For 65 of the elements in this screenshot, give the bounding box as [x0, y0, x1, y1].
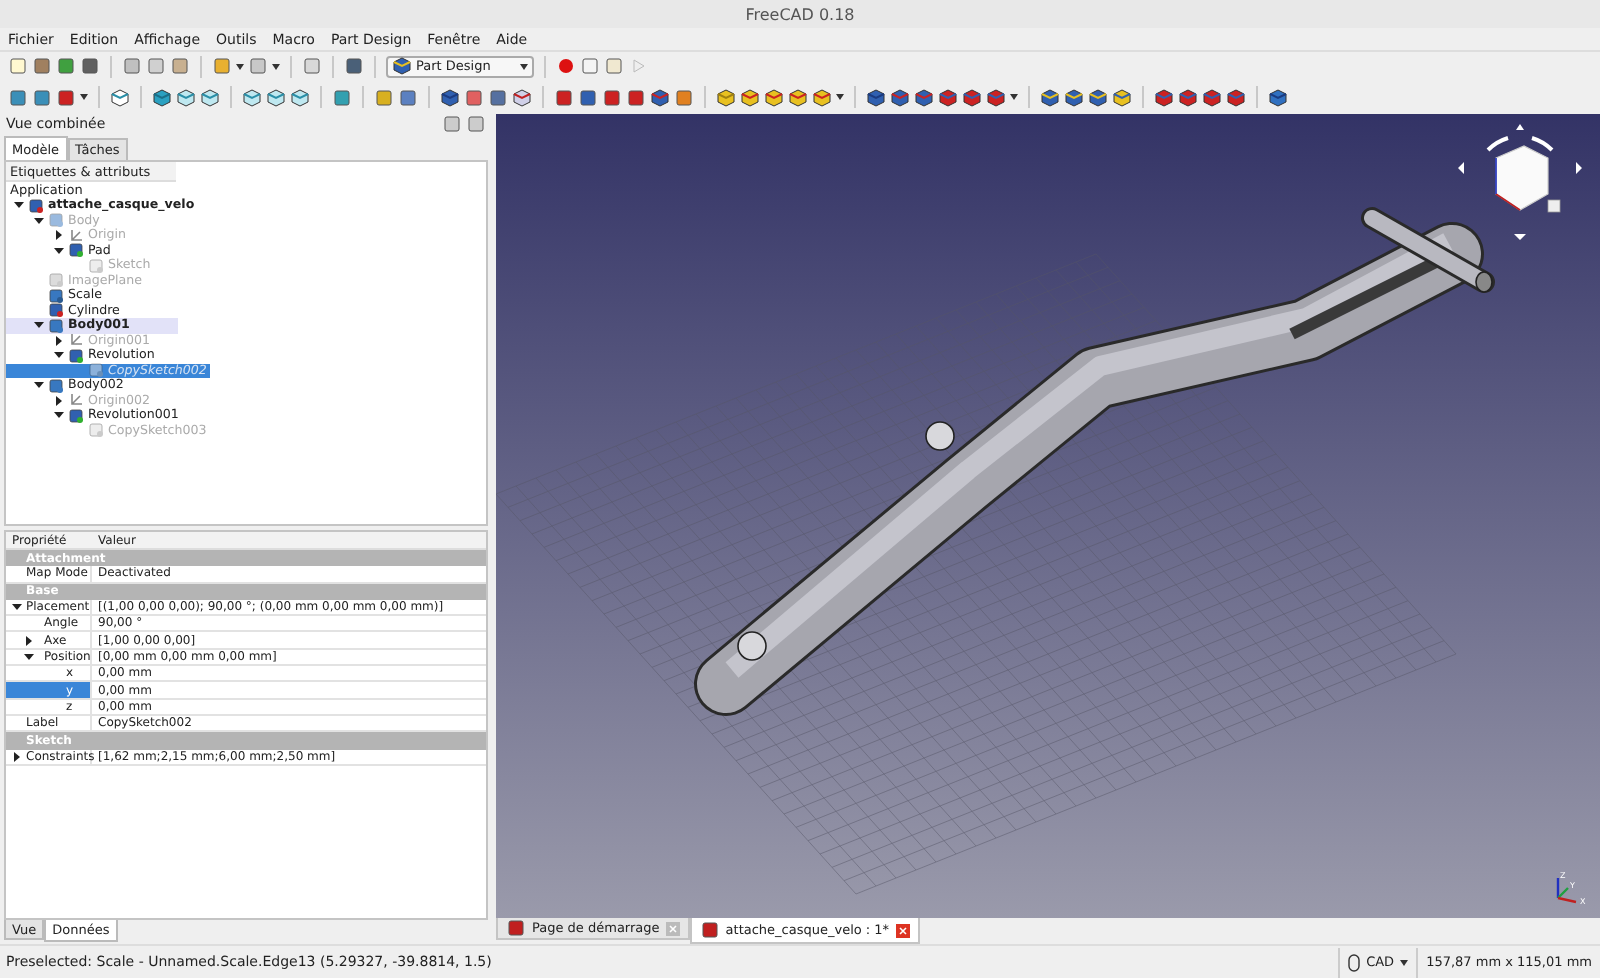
document-icon — [28, 197, 44, 214]
cube-icon[interactable] — [914, 87, 934, 107]
caret-icon[interactable] — [272, 63, 280, 69]
mouse-icon — [1348, 953, 1361, 971]
expanded-arrow-icon[interactable] — [34, 380, 44, 391]
cube-icon[interactable] — [290, 87, 310, 107]
cube-icon[interactable] — [788, 87, 808, 107]
expanded-arrow-icon[interactable] — [54, 245, 64, 256]
image-icon — [48, 272, 64, 289]
cube-icon[interactable] — [962, 87, 982, 107]
cube-icon[interactable] — [200, 87, 220, 107]
collapsed-arrow-icon[interactable] — [54, 230, 64, 241]
cube-icon[interactable] — [176, 87, 196, 107]
cube-icon[interactable] — [440, 87, 460, 107]
caret-icon[interactable] — [80, 94, 88, 100]
cube-icon[interactable] — [1088, 87, 1108, 107]
cube-icon[interactable] — [512, 87, 532, 107]
cube-icon[interactable] — [716, 87, 736, 107]
pad-icon — [68, 347, 84, 364]
collapsed-arrow-icon[interactable] — [12, 751, 22, 762]
cube-icon[interactable] — [1040, 87, 1060, 107]
caret-icon[interactable] — [1010, 94, 1018, 100]
expanded-arrow-icon[interactable] — [24, 651, 34, 662]
caret-icon[interactable] — [1400, 959, 1409, 965]
cube-icon[interactable] — [764, 87, 784, 107]
cube-icon[interactable] — [740, 87, 760, 107]
expanded-arrow-icon[interactable] — [34, 320, 44, 331]
cube-icon[interactable] — [866, 87, 886, 107]
expanded-arrow-icon[interactable] — [12, 602, 22, 613]
cube-icon[interactable] — [152, 87, 172, 107]
cube-icon[interactable] — [938, 87, 958, 107]
expanded-arrow-icon[interactable] — [54, 350, 64, 361]
cube-icon[interactable] — [1064, 87, 1084, 107]
stop-icon[interactable] — [580, 56, 600, 76]
cube-icon[interactable] — [1202, 87, 1222, 107]
cube-icon[interactable] — [1226, 87, 1246, 107]
cube-icon[interactable] — [1154, 87, 1174, 107]
pad-icon — [68, 242, 84, 259]
cube-icon[interactable] — [266, 87, 286, 107]
caret-icon[interactable] — [836, 94, 844, 100]
caret-icon[interactable] — [236, 63, 244, 69]
collapsed-arrow-icon[interactable] — [54, 335, 64, 346]
cube-icon[interactable] — [242, 87, 262, 107]
axis-triad-icon — [1556, 878, 1577, 904]
collapsed-arrow-icon[interactable] — [24, 635, 34, 646]
caret-icon[interactable] — [520, 63, 528, 69]
cube-icon[interactable] — [812, 87, 832, 107]
cube-icon[interactable] — [986, 87, 1006, 107]
cube-icon[interactable] — [1178, 87, 1198, 107]
pad-icon — [68, 407, 84, 424]
expanded-arrow-icon[interactable] — [54, 410, 64, 421]
cube-icon[interactable] — [392, 56, 412, 76]
record-icon[interactable] — [556, 56, 576, 76]
collapsed-arrow-icon[interactable] — [54, 395, 64, 406]
cube-icon[interactable] — [110, 87, 130, 107]
body-icon — [48, 212, 64, 229]
cube-icon[interactable] — [1112, 87, 1132, 107]
cube-icon[interactable] — [650, 87, 670, 107]
cylinder-icon — [48, 302, 64, 319]
cube-icon[interactable] — [890, 87, 910, 107]
solid-icon — [48, 287, 64, 304]
cube-icon[interactable] — [1268, 87, 1288, 107]
window-title: FreeCAD 0.18 — [745, 5, 855, 23]
body-icon — [48, 377, 64, 394]
body-icon — [48, 317, 64, 334]
